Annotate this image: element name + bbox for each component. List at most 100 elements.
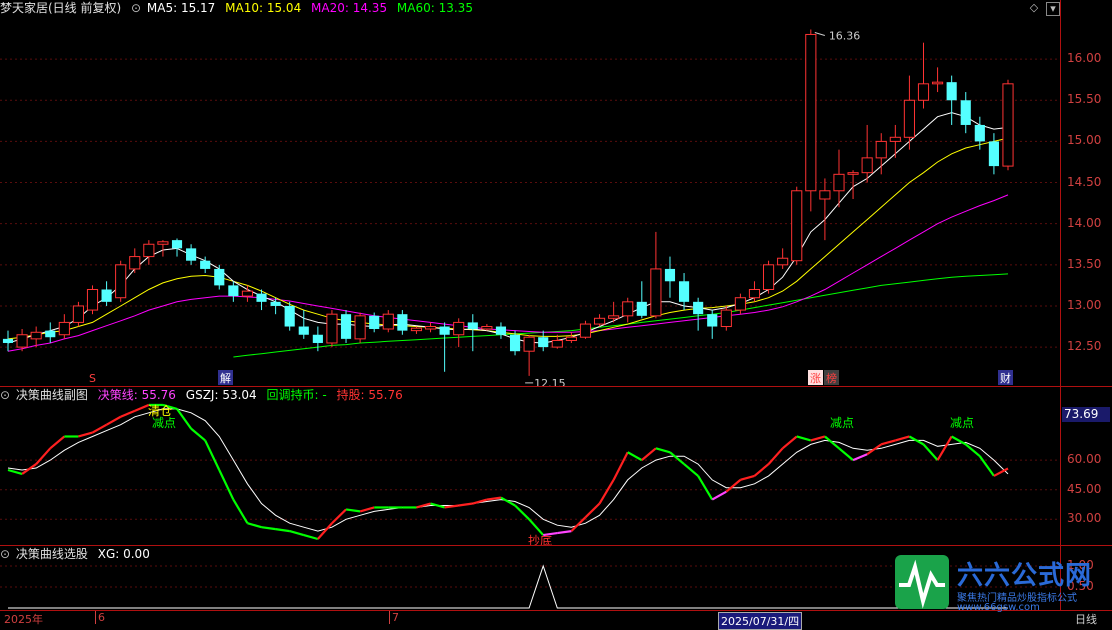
note-jiandian: 减点: [152, 416, 176, 430]
decision-line-segment: [584, 502, 601, 519]
decision-line-segment: [120, 409, 136, 418]
badge-cai: 财: [1000, 371, 1011, 385]
candle-body: [678, 281, 690, 302]
decision-line-segment: [247, 522, 262, 529]
decision-line-segment: [317, 522, 333, 540]
candle-body: [200, 260, 211, 269]
decision-line-segment: [289, 530, 305, 537]
decision-line-segment: [669, 451, 685, 465]
candle-body: [988, 141, 999, 167]
candle-body: [960, 100, 971, 125]
decision-line-segment: [218, 469, 235, 501]
price-tick-label: 14.50: [1067, 174, 1102, 189]
decision-line-segment: [852, 453, 868, 462]
candle-body: [2, 338, 14, 343]
candle-body: [45, 330, 56, 338]
current-value-box: 73.69: [1062, 407, 1110, 422]
badge-bang: 榜: [826, 371, 837, 385]
price-tick-label: 14.00: [1067, 215, 1102, 230]
decision-line-segment: [725, 479, 742, 493]
watermark-logo: 六六公式网 聚焦热门精品炒股指标公式 www.66gsw.com: [893, 553, 1108, 613]
candle-body: [861, 157, 873, 174]
decision-line-segment: [740, 474, 755, 481]
x-period-label[interactable]: 日线: [1075, 611, 1097, 627]
decision-line-segment: [655, 447, 671, 454]
badge-jie: 解: [220, 371, 231, 385]
candle-body: [748, 289, 761, 299]
decision-tick-label: 45.00: [1067, 481, 1102, 496]
candle-body: [72, 305, 84, 323]
decision-line-segment: [106, 415, 122, 426]
candle-body: [228, 285, 239, 297]
candle-body: [284, 305, 295, 327]
decision-line-segment: [514, 504, 530, 521]
x-year-label: 2025年: [4, 613, 43, 626]
decision-line-segment: [711, 490, 727, 501]
candle-body: [354, 315, 366, 340]
candle-body: [129, 256, 141, 270]
candle-body: [453, 321, 465, 336]
decision-line-segment: [978, 455, 995, 477]
x-month-7: 7: [389, 611, 399, 624]
decision-line-segment: [345, 508, 361, 513]
candle-body: [410, 327, 423, 332]
candle-body: [777, 257, 789, 266]
candle-body: [214, 268, 225, 286]
decision-line-segment: [598, 479, 615, 505]
candle-body: [382, 313, 394, 330]
decision-line-segment: [7, 468, 23, 476]
candle-body: [16, 334, 28, 348]
price-tick-label: 13.00: [1067, 297, 1102, 312]
x-date-box: 2025/07/31/四: [718, 612, 803, 630]
decision-line-segment: [880, 439, 896, 446]
decision-line-segment: [936, 435, 953, 461]
decision-line-segment: [303, 533, 319, 541]
decision-line-segment: [331, 508, 347, 525]
candle-body: [707, 314, 718, 327]
candle-body: [889, 136, 901, 142]
decision-line-segment: [49, 435, 66, 450]
candle-body: [565, 336, 577, 342]
note-jiandian: 减点: [830, 416, 854, 430]
candle-body: [340, 314, 352, 339]
candle-body: [693, 301, 704, 315]
decision-line-segment: [528, 518, 545, 536]
candle-body: [298, 326, 309, 335]
decision-line-segment: [683, 463, 699, 477]
candle-body: [523, 336, 535, 352]
decision-line-segment: [697, 475, 714, 501]
decision-chart: 清仓减点 减点 减点抄底: [0, 403, 1060, 545]
candle-body: [115, 264, 127, 299]
decision-line-segment: [866, 443, 882, 456]
decision-line-segment: [359, 506, 375, 513]
badge-s: S: [89, 372, 96, 385]
decision-line-segment: [753, 463, 770, 477]
candle-body: [481, 326, 493, 330]
candle-body: [608, 315, 620, 319]
candle-body: [312, 334, 323, 343]
price-tick-label: 16.00: [1067, 51, 1102, 66]
candle-body: [819, 190, 831, 200]
decision-line-segment: [612, 451, 629, 481]
candle-body: [636, 301, 647, 316]
candle-body: [720, 309, 732, 328]
candle-body: [157, 241, 169, 245]
candle-body: [256, 293, 267, 302]
candle-body: [734, 297, 746, 311]
ma-line-ma20: [7, 194, 1009, 352]
decision-tick-label: 60.00: [1067, 452, 1102, 467]
candle-body: [538, 337, 549, 348]
high-price-note: 16.36: [829, 30, 861, 43]
decision-line-segment: [458, 502, 473, 507]
price-tick-label: 15.00: [1067, 133, 1102, 148]
candle-body: [439, 326, 450, 335]
candle-body: [58, 321, 70, 336]
decision-line-segment: [275, 528, 290, 533]
xg-signal-line: [8, 564, 1008, 609]
watermark-brand: 六六公式网: [957, 561, 1093, 591]
note-jiandian: 减点: [950, 416, 974, 430]
price-chart: 16.3612.15S 解涨榜财: [0, 29, 1060, 387]
price-axis: 16.00 15.50 15.00 14.50 14.00 13.50 13.00 12.50: [1060, 0, 1112, 387]
decision-line-segment: [78, 431, 93, 438]
candle-body: [875, 140, 887, 159]
